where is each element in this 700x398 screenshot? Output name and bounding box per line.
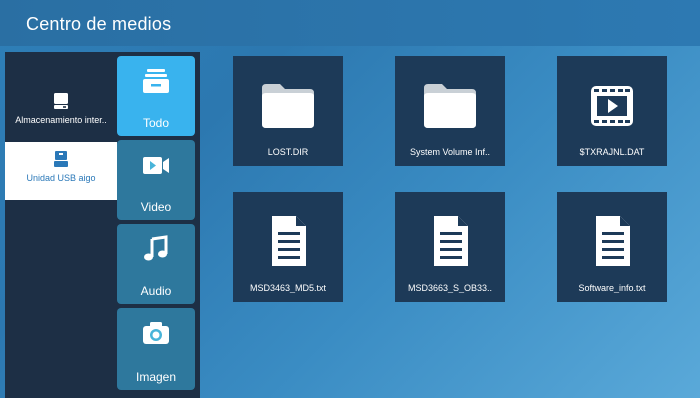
file-tile[interactable]: Software_info.txt	[557, 192, 667, 302]
category-label: Audio	[140, 284, 172, 298]
left-panel: Almacenamiento inter.. Unidad USB aigo T…	[5, 52, 200, 398]
file-tile[interactable]: MSD3463_MD5.txt	[233, 192, 343, 302]
storage-label: Unidad USB aigo	[26, 173, 96, 183]
hard-drive-icon	[54, 93, 68, 109]
file-label: MSD3663_S_OB33..	[407, 283, 493, 293]
document-icon	[596, 216, 630, 266]
category-audio[interactable]: Audio	[117, 224, 195, 304]
category-label: Imagen	[135, 370, 177, 384]
all-files-icon	[143, 69, 169, 93]
music-note-icon	[144, 235, 168, 261]
camera-icon	[143, 322, 169, 344]
storage-item-usb[interactable]: Unidad USB aigo	[5, 142, 117, 200]
file-tile[interactable]: System Volume Inf..	[395, 56, 505, 166]
folder-icon	[424, 84, 476, 128]
file-label: $TXRAJNL.DAT	[579, 147, 645, 157]
category-label: Video	[140, 200, 172, 214]
folder-icon	[262, 84, 314, 128]
title-bar: Centro de medios	[0, 0, 700, 46]
document-icon	[272, 216, 306, 266]
category-label: Todo	[142, 116, 170, 130]
video-camera-icon	[143, 157, 169, 174]
file-label: System Volume Inf..	[409, 147, 491, 157]
category-imagen[interactable]: Imagen	[117, 308, 195, 390]
page-title: Centro de medios	[26, 14, 172, 34]
file-label: Software_info.txt	[578, 283, 646, 293]
file-tile[interactable]: $TXRAJNL.DAT	[557, 56, 667, 166]
usb-drive-icon	[54, 151, 68, 167]
file-tile[interactable]: LOST.DIR	[233, 56, 343, 166]
storage-label: Almacenamiento inter..	[15, 115, 107, 125]
document-icon	[434, 216, 468, 266]
file-label: LOST.DIR	[267, 147, 309, 157]
category-todo[interactable]: Todo	[117, 56, 195, 136]
video-file-icon	[591, 86, 633, 126]
file-label: MSD3463_MD5.txt	[249, 283, 327, 293]
file-tile[interactable]: MSD3663_S_OB33..	[395, 192, 505, 302]
storage-item-internal[interactable]: Almacenamiento inter..	[5, 84, 117, 142]
storage-list: Almacenamiento inter.. Unidad USB aigo	[5, 52, 117, 398]
category-video[interactable]: Video	[117, 140, 195, 220]
